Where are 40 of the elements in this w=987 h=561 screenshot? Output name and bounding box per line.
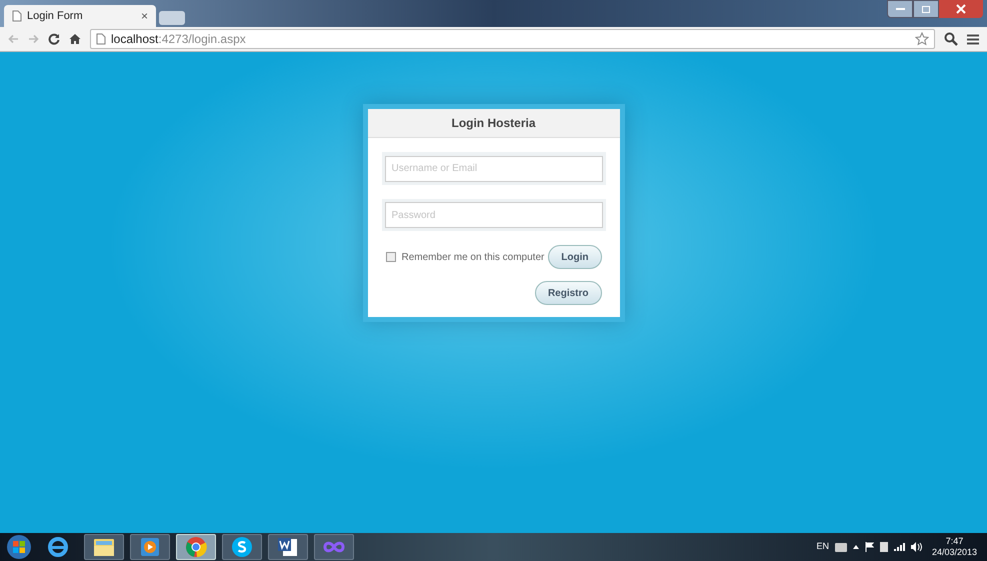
page-icon [96, 33, 106, 45]
minimize-button[interactable] [887, 0, 913, 18]
language-indicator[interactable]: EN [816, 540, 829, 554]
login-button[interactable]: Login [548, 245, 602, 269]
reload-icon[interactable] [48, 33, 60, 45]
infinity-icon [322, 540, 346, 554]
play-icon [141, 538, 159, 556]
browser-e-icon [47, 536, 69, 558]
taskbar-app[interactable] [222, 534, 262, 560]
up-arrow-icon[interactable] [852, 545, 859, 549]
document-icon [277, 536, 299, 558]
taskbar-app[interactable] [84, 534, 124, 560]
remember-checkbox[interactable] [386, 252, 396, 262]
register-button[interactable]: Registro [534, 281, 602, 305]
tab-close-button[interactable]: × [140, 7, 148, 25]
input-field[interactable]: Username or Email [382, 152, 606, 184]
clock[interactable]: 7:47 24/03/2013 [928, 536, 981, 558]
remember-label: Remember me on this computer [402, 250, 544, 264]
signal-icon[interactable] [894, 543, 905, 551]
tab-title: Login Form [27, 8, 84, 24]
close-icon[interactable] [939, 0, 983, 18]
input-field[interactable]: Password [382, 198, 606, 231]
home-icon[interactable] [69, 33, 81, 45]
skype-icon [231, 536, 253, 558]
flag-icon[interactable] [864, 542, 874, 552]
browser-tab[interactable]: Login Form × [4, 5, 156, 27]
taskbar-app[interactable] [268, 534, 308, 560]
maximize-button[interactable] [913, 0, 939, 18]
card-title: Login Hosteria [451, 115, 536, 132]
url-text: localhost:4273/login.aspx [111, 31, 246, 48]
star-icon[interactable] [915, 32, 929, 46]
page-icon [12, 10, 22, 22]
chrome-icon [185, 536, 207, 558]
start-button-icon[interactable] [6, 534, 32, 560]
taskbar-app[interactable] [130, 534, 170, 560]
search-icon[interactable] [944, 32, 958, 46]
folder-icon [93, 537, 115, 557]
speaker-icon[interactable] [910, 542, 922, 552]
address-field[interactable]: localhost:4273/login.aspx [90, 29, 935, 49]
menu-icon[interactable] [967, 34, 979, 44]
